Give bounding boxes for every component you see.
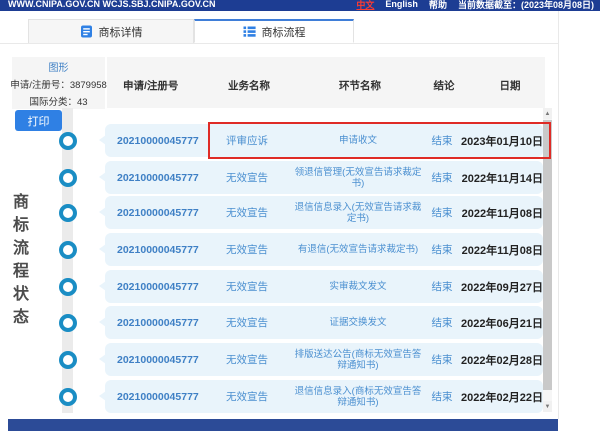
list-icon — [243, 25, 256, 38]
document-icon — [80, 25, 93, 38]
row-stage-name: 证据交换发文 — [291, 306, 425, 339]
row-date: 2022年02月22日 — [433, 380, 543, 413]
row-stage-name: 申请收文 — [291, 124, 425, 157]
row-business-name: 无效宣告 — [197, 270, 297, 303]
row-business-name: 无效宣告 — [197, 161, 297, 194]
lang-english-link[interactable]: English — [385, 0, 418, 9]
footer-navy-bar — [8, 419, 558, 431]
header-conclusion: 结论 — [423, 78, 465, 93]
data-asof-text: 当前数据截至：(2023年08月08日) — [458, 0, 594, 11]
row-business-name: 无效宣告 — [197, 343, 297, 376]
header-business-name: 业务名称 — [199, 78, 299, 93]
help-link[interactable]: 帮助 — [429, 0, 447, 11]
row-stage-name: 退信信息录入(商标无效宣告答辩通知书) — [291, 380, 425, 413]
header-application-number: 申请/注册号 — [123, 78, 178, 93]
row-date: 2022年02月28日 — [433, 343, 543, 376]
row-stage-name: 有退信(无效宣告请求裁定书) — [291, 233, 425, 266]
row-date: 2022年11月08日 — [433, 196, 543, 229]
tab-process-label: 商标流程 — [262, 24, 306, 40]
tab-trademark-details[interactable]: 商标详情 — [28, 19, 194, 43]
row-date: 2022年11月14日 — [433, 161, 543, 194]
row-business-name: 无效宣告 — [197, 380, 297, 413]
process-row[interactable]: 20210000045777 无效宣告 证据交换发文 结束 2022年06月21… — [105, 306, 543, 339]
lang-chinese-link[interactable]: 中文 — [356, 0, 374, 11]
table-header: 申请/注册号 业务名称 环节名称 结论 日期 — [107, 57, 545, 108]
row-date: 2023年01月10日 — [433, 124, 543, 157]
scrollbar-thumb[interactable] — [543, 120, 552, 390]
row-date: 2022年11月08日 — [433, 233, 543, 266]
tab-trademark-process[interactable]: 商标流程 — [194, 19, 354, 43]
trademark-info-panel: 图形 申请/注册号：3879958 国际分类：43 — [12, 57, 105, 109]
row-business-name: 无效宣告 — [197, 306, 297, 339]
tab-divider-line — [0, 43, 558, 44]
application-number-text: 申请/注册号：3879958 — [10, 77, 107, 91]
content-right-border — [558, 11, 559, 419]
process-rows-area: 20210000045777 评审应诉 申请收文 结束 2023年01月10日 … — [0, 108, 558, 414]
top-navy-bar: WWW.CNIPA.GOV.CN WCJS.SBJ.CNIPA.GOV.CN 中… — [0, 0, 600, 11]
row-business-name: 评审应诉 — [197, 124, 297, 157]
site-url-text: WWW.CNIPA.GOV.CN WCJS.SBJ.CNIPA.GOV.CN — [8, 0, 216, 9]
row-date: 2022年06月21日 — [433, 306, 543, 339]
process-row[interactable]: 20210000045777 无效宣告 排版送达公告(商标无效宣告答辩通知书) … — [105, 343, 543, 376]
row-business-name: 无效宣告 — [197, 233, 297, 266]
row-stage-name: 排版送达公告(商标无效宣告答辩通知书) — [291, 343, 425, 376]
mark-type-link[interactable]: 图形 — [49, 59, 69, 74]
table-scrollbar[interactable]: ▲ ▼ — [543, 108, 552, 412]
process-row[interactable]: 20210000045777 无效宣告 有退信(无效宣告请求裁定书) 结束 20… — [105, 233, 543, 266]
process-row[interactable]: 20210000045777 无效宣告 领退信管理(无效宣告请求裁定书) 结束 … — [105, 161, 543, 194]
process-row[interactable]: 20210000045777 评审应诉 申请收文 结束 2023年01月10日 — [105, 124, 543, 157]
tab-details-label: 商标详情 — [99, 24, 143, 40]
scrollbar-up-arrow-icon[interactable]: ▲ — [543, 108, 552, 119]
intl-class-text: 国际分类：43 — [29, 94, 87, 108]
row-business-name: 无效宣告 — [197, 196, 297, 229]
header-stage-name: 环节名称 — [293, 78, 427, 93]
row-stage-name: 实审裁文发文 — [291, 270, 425, 303]
row-stage-name: 领退信管理(无效宣告请求裁定书) — [291, 161, 425, 194]
row-date: 2022年09月27日 — [433, 270, 543, 303]
process-row[interactable]: 20210000045777 无效宣告 退信信息录入(无效宣告请求裁定书) 结束… — [105, 196, 543, 229]
header-date: 日期 — [475, 78, 545, 93]
row-stage-name: 退信信息录入(无效宣告请求裁定书) — [291, 196, 425, 229]
process-row[interactable]: 20210000045777 无效宣告 退信信息录入(商标无效宣告答辩通知书) … — [105, 380, 543, 413]
process-row[interactable]: 20210000045777 无效宣告 实审裁文发文 结束 2022年09月27… — [105, 270, 543, 303]
scrollbar-down-arrow-icon[interactable]: ▼ — [543, 401, 552, 412]
